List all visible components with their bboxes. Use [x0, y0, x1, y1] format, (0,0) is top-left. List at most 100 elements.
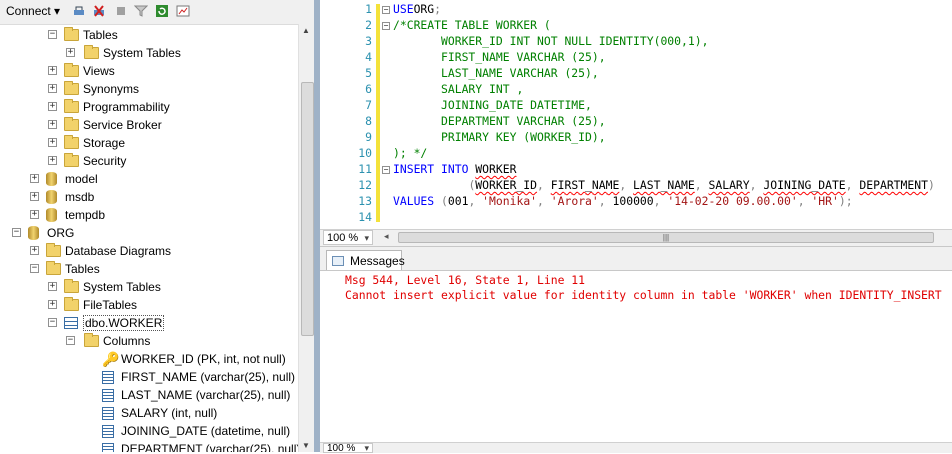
- line-number: 4: [365, 50, 372, 64]
- tree-node[interactable]: SALARY (int, null): [0, 404, 298, 422]
- code-line[interactable]: DEPARTMENT VARCHAR (25),: [393, 114, 606, 128]
- tree-node[interactable]: − Tables: [0, 260, 298, 278]
- folder-icon: [64, 99, 79, 113]
- collapse-icon[interactable]: −: [30, 264, 39, 273]
- tree-node[interactable]: DEPARTMENT (varchar(25), null): [0, 440, 298, 452]
- tab-messages[interactable]: Messages: [326, 250, 405, 271]
- scroll-left-icon[interactable]: ◂: [384, 231, 389, 242]
- disconnect-icon[interactable]: [92, 4, 106, 18]
- expand-icon[interactable]: +: [48, 282, 57, 291]
- code-line[interactable]: JOINING_DATE DATETIME,: [393, 98, 592, 112]
- code-token: );: [838, 194, 853, 208]
- code-token: INSERT INTO: [393, 162, 476, 176]
- tree-node[interactable]: + Synonyms: [0, 80, 298, 98]
- tree-node[interactable]: + Database Diagrams: [0, 242, 298, 260]
- code-token: (: [441, 194, 448, 208]
- expand-icon[interactable]: +: [30, 192, 39, 201]
- tree-node-label: msdb: [65, 190, 95, 204]
- code-token: 001: [447, 194, 469, 208]
- tree-node[interactable]: + Programmability: [0, 98, 298, 116]
- database-icon: [46, 172, 57, 186]
- editor-hscrollbar-thumb[interactable]: |||: [398, 232, 934, 243]
- collapse-icon[interactable]: −: [66, 336, 75, 345]
- editor-zoom-select[interactable]: 100 %: [323, 230, 373, 245]
- tree-node[interactable]: + tempdb: [0, 206, 298, 224]
- tree-node[interactable]: 🔑 WORKER_ID (PK, int, not null): [0, 350, 298, 368]
- collapse-icon[interactable]: −: [48, 30, 57, 39]
- code-line[interactable]: LAST_NAME VARCHAR (25),: [393, 66, 599, 80]
- expand-icon[interactable]: +: [48, 138, 57, 147]
- code-token: VALUES: [393, 194, 442, 208]
- column-icon: [102, 407, 114, 420]
- code-token: DEPARTMENT VARCHAR (25),: [393, 114, 606, 128]
- database-icon: [28, 226, 39, 240]
- code-token: 'HR': [811, 194, 839, 208]
- stop-icon[interactable]: [114, 4, 128, 18]
- tree-node-label: FIRST_NAME (varchar(25), null): [121, 370, 296, 384]
- tree-node[interactable]: + Views: [0, 62, 298, 80]
- scrollbar-thumb[interactable]: [301, 82, 314, 336]
- query-editor[interactable]: 1− USEORG; 2−/*CREATE TABLE WORKER (3 WORK…: [320, 0, 952, 228]
- tree-node[interactable]: LAST_NAME (varchar(25), null): [0, 386, 298, 404]
- code-token: ,: [694, 178, 709, 192]
- code-token: ,: [598, 194, 613, 208]
- scroll-down-icon[interactable]: ▼: [302, 441, 310, 450]
- code-line[interactable]: WORKER_ID INT NOT NULL IDENTITY(000,1),: [393, 34, 708, 48]
- tree-node[interactable]: + System Tables: [0, 44, 298, 62]
- connect-icon[interactable]: [72, 4, 86, 18]
- code-line[interactable]: PRIMARY KEY (WORKER_ID),: [393, 130, 606, 144]
- tree-node[interactable]: + model: [0, 170, 298, 188]
- code-line[interactable]: FIRST_NAME VARCHAR (25),: [393, 50, 606, 64]
- tree-node[interactable]: − Tables: [0, 26, 298, 44]
- collapse-region-icon[interactable]: −: [382, 166, 390, 174]
- collapse-region-icon[interactable]: −: [382, 6, 390, 14]
- expand-icon[interactable]: +: [66, 48, 75, 57]
- tree-node[interactable]: + Storage: [0, 134, 298, 152]
- expand-icon[interactable]: +: [48, 156, 57, 165]
- expand-icon[interactable]: +: [30, 246, 39, 255]
- tree-node-label: Service Broker: [83, 118, 162, 132]
- collapse-icon[interactable]: −: [12, 228, 21, 237]
- refresh-icon[interactable]: [155, 4, 169, 18]
- tree-node-label: Synonyms: [83, 82, 140, 96]
- folder-icon: [46, 243, 61, 257]
- expand-icon[interactable]: +: [48, 300, 57, 309]
- tree-node[interactable]: JOINING_DATE (datetime, null): [0, 422, 298, 440]
- tree-node[interactable]: + Security: [0, 152, 298, 170]
- expand-icon[interactable]: +: [48, 102, 57, 111]
- code-line[interactable]: USEORG;: [393, 2, 441, 16]
- tree-node[interactable]: FIRST_NAME (varchar(25), null): [0, 368, 298, 386]
- code-line[interactable]: (WORKER_ID, FIRST_NAME, LAST_NAME, SALAR…: [393, 178, 934, 192]
- tree-node[interactable]: + System Tables: [0, 278, 298, 296]
- tree-node[interactable]: + Service Broker: [0, 116, 298, 134]
- tree-node[interactable]: − ORG: [0, 224, 298, 242]
- collapse-region-icon[interactable]: −: [382, 22, 390, 30]
- tree-node[interactable]: + msdb: [0, 188, 298, 206]
- collapse-icon[interactable]: −: [48, 318, 57, 327]
- tree-node[interactable]: − dbo.WORKER: [0, 314, 298, 332]
- line-number: 7: [365, 98, 372, 112]
- code-token: WORKER: [475, 162, 517, 176]
- code-line[interactable]: SALARY INT ,: [393, 82, 523, 96]
- code-line[interactable]: VALUES (001, 'Monika', 'Arora', 100000, …: [393, 194, 853, 208]
- code-line[interactable]: /*CREATE TABLE WORKER (: [393, 18, 551, 32]
- tree-node-label: System Tables: [103, 46, 181, 60]
- expand-icon[interactable]: +: [30, 210, 39, 219]
- expand-icon[interactable]: +: [48, 84, 57, 93]
- code-token: ,: [653, 194, 668, 208]
- activity-monitor-icon[interactable]: [176, 4, 190, 18]
- change-tracking-bar: [376, 4, 380, 222]
- expand-icon[interactable]: +: [48, 66, 57, 75]
- tree-node[interactable]: − Columns: [0, 332, 298, 350]
- tree-node-label: model: [65, 172, 98, 186]
- filter-icon[interactable]: [134, 4, 148, 18]
- connect-button[interactable]: Connect ▾: [6, 4, 60, 18]
- messages-pane[interactable]: Msg 544, Level 16, State 1, Line 11 Cann…: [320, 270, 952, 443]
- expand-icon[interactable]: +: [30, 174, 39, 183]
- code-line[interactable]: ); */: [393, 146, 427, 160]
- scroll-up-icon[interactable]: ▲: [302, 26, 310, 35]
- tree-node[interactable]: + FileTables: [0, 296, 298, 314]
- code-line[interactable]: INSERT INTO WORKER: [393, 162, 516, 176]
- expand-icon[interactable]: +: [48, 120, 57, 129]
- object-explorer-scrollbar[interactable]: ▲ ▼: [298, 24, 315, 452]
